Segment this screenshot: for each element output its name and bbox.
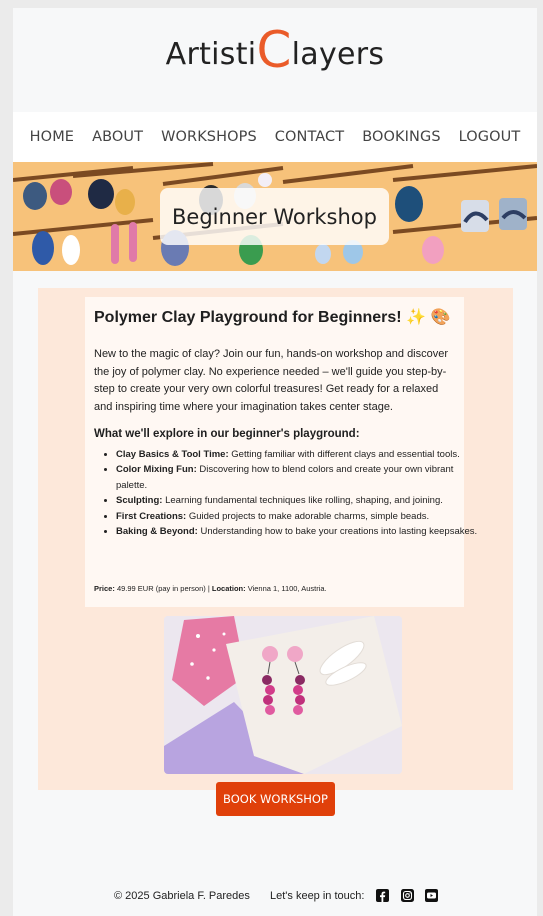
footer-copyright: © 2025 Gabriela F. Paredes <box>114 890 250 902</box>
workshop-photo <box>164 616 402 774</box>
facebook-icon[interactable] <box>376 889 389 902</box>
list-item: Color Mixing Fun: Discovering how to ble… <box>116 462 478 493</box>
nav-about[interactable]: ABOUT <box>92 129 143 145</box>
logo-suffix: layers <box>291 37 385 72</box>
list-item: Baking & Beyond: Understanding how to ba… <box>116 524 478 539</box>
price-value: 49.99 EUR (pay in person) | <box>114 584 212 593</box>
topic-text: Getting familiar with different clays an… <box>228 449 460 460</box>
topic-title: Color Mixing Fun: <box>116 464 197 476</box>
topic-title: Sculpting: <box>116 495 163 507</box>
list-item: First Creations: Guided projects to make… <box>116 509 478 524</box>
nav-home[interactable]: HOME <box>30 129 74 145</box>
location-label: Location: <box>211 584 246 593</box>
instagram-icon[interactable] <box>401 889 414 902</box>
nav-bookings[interactable]: BOOKINGS <box>362 129 440 145</box>
footer: © 2025 Gabriela F. Paredes Let's keep in… <box>13 888 537 908</box>
workshop-meta: Price: 49.99 EUR (pay in person) | Locat… <box>94 584 327 593</box>
topic-text: Learning fundamental techniques like rol… <box>162 495 443 507</box>
logo-prefix: Artisti <box>165 37 257 72</box>
nav-workshops[interactable]: WORKSHOPS <box>161 129 257 145</box>
topic-title: First Creations: <box>116 510 187 522</box>
site-logo[interactable]: ArtistiClayers <box>13 25 537 75</box>
list-item: Clay Basics & Tool Time: Getting familia… <box>116 447 478 462</box>
hero-banner: Beginner Workshop <box>13 162 537 271</box>
nav-logout[interactable]: LOGOUT <box>459 129 521 145</box>
topic-title: Clay Basics & Tool Time: <box>116 449 229 460</box>
workshop-intro: New to the magic of clay? Join our fun, … <box>94 348 449 413</box>
topic-list: Clay Basics & Tool Time: Getting familia… <box>94 447 478 539</box>
location-value: Vienna 1, 1100, Austria. <box>245 584 327 593</box>
workshop-title: Polymer Clay Playground for Beginners! ✨… <box>94 309 451 326</box>
main-nav: HOME ABOUT WORKSHOPS CONTACT BOOKINGS LO… <box>13 112 537 162</box>
earrings-photo-image <box>164 616 402 774</box>
topic-text: Understanding how to bake your creations… <box>197 526 478 538</box>
workshop-card: Polymer Clay Playground for Beginners! ✨… <box>85 297 477 607</box>
banner-title: Beginner Workshop <box>160 188 389 245</box>
header: ArtistiClayers <box>13 8 537 112</box>
footer-keep-in-touch: Let's keep in touch: <box>270 890 365 902</box>
nav-contact[interactable]: CONTACT <box>275 129 344 145</box>
list-item: Sculpting: Learning fundamental techniqu… <box>116 493 478 508</box>
topic-title: Baking & Beyond: <box>116 526 198 538</box>
logo-big-letter: C <box>256 21 292 79</box>
youtube-icon[interactable] <box>425 889 438 902</box>
topic-text: Guided projects to make adorable charms,… <box>186 510 430 522</box>
page: ArtistiClayers HOME ABOUT WORKSHOPS CONT… <box>13 8 537 916</box>
explore-heading: What we'll explore in our beginner's pla… <box>94 428 360 440</box>
book-workshop-button[interactable]: BOOK WORKSHOP <box>216 782 335 816</box>
price-label: Price: <box>94 584 115 593</box>
